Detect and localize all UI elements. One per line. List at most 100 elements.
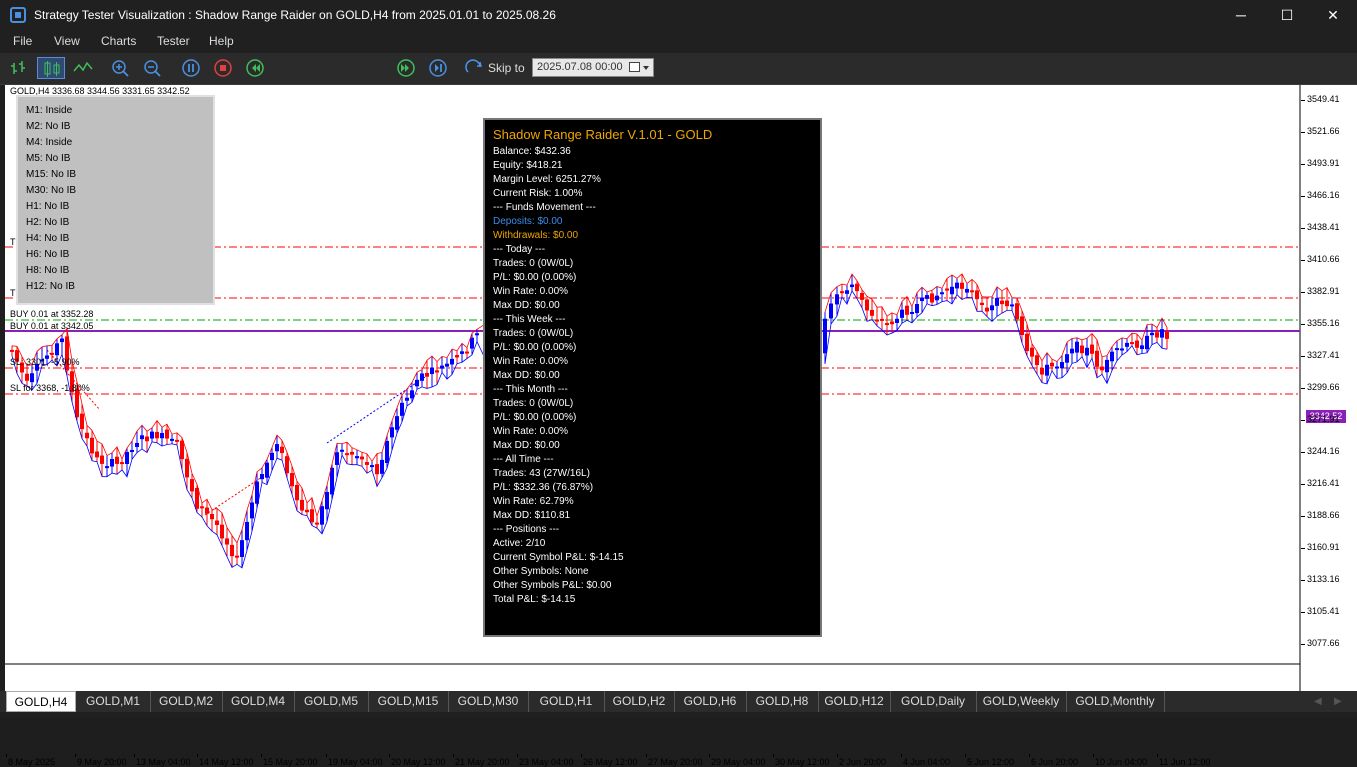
candle-body — [850, 284, 854, 288]
tab-gold-m30[interactable]: GOLD,M30 — [448, 691, 529, 712]
candle-body — [1070, 348, 1074, 354]
tab-scroll-right-icon[interactable]: ▶ — [1334, 696, 1342, 707]
time-axis-label: 20 May 12:00 — [391, 757, 446, 767]
tab-gold-h8[interactable]: GOLD,H8 — [746, 691, 819, 712]
candle-body — [250, 502, 254, 519]
candle-body — [385, 440, 389, 463]
candle-body — [30, 373, 34, 383]
candle-body — [1035, 355, 1039, 366]
calendar-icon[interactable] — [629, 62, 640, 72]
candle-body — [955, 282, 959, 289]
menu-tester[interactable]: Tester — [157, 34, 190, 48]
time-axis-tick — [261, 754, 262, 757]
candle-body — [400, 402, 404, 416]
candle-body — [235, 555, 239, 558]
window-title: Strategy Tester Visualization : Shadow R… — [34, 8, 556, 22]
minimize-button[interactable]: ─ — [1218, 0, 1264, 31]
time-axis-label: 6 Jun 20:00 — [1031, 757, 1079, 767]
step-forward-icon[interactable] — [395, 57, 419, 79]
ea-info-line: P/L: $332.36 (76.87%) — [493, 482, 594, 493]
candle-body — [180, 440, 184, 460]
timeframe-status-row: H4: No IB — [26, 233, 70, 244]
time-axis-tick — [453, 754, 454, 757]
ea-info-line: --- Funds Movement --- — [493, 202, 596, 213]
tab-gold-m5[interactable]: GOLD,M5 — [294, 691, 369, 712]
time-axis-tick — [709, 754, 710, 757]
price-axis-tick — [1301, 100, 1305, 101]
candle-body — [1080, 345, 1084, 354]
zoom-in-icon[interactable] — [109, 57, 133, 79]
tab-gold-weekly[interactable]: GOLD,Weekly — [976, 691, 1067, 712]
candle-body — [880, 318, 884, 321]
candlestick-icon[interactable] — [37, 57, 65, 79]
pause-icon[interactable] — [180, 57, 204, 79]
tab-gold-h4[interactable]: GOLD,H4 — [6, 691, 76, 712]
price-axis-label: 3466.16 — [1307, 190, 1340, 200]
skip-to-icon[interactable] — [463, 57, 487, 79]
candle-body — [450, 358, 454, 365]
skip-to-date-value: 2025.07.08 00:00 — [537, 61, 623, 73]
trade-history-line — [326, 376, 426, 444]
price-axis-tick — [1301, 196, 1305, 197]
tab-gold-m2[interactable]: GOLD,M2 — [150, 691, 223, 712]
candle-body — [840, 291, 844, 294]
menu-help[interactable]: Help — [209, 34, 234, 48]
candle-body — [835, 294, 839, 305]
ea-info-line: Equity: $418.21 — [493, 160, 563, 171]
line-chart-icon[interactable] — [71, 57, 95, 79]
candle-body — [980, 302, 984, 306]
candle-body — [115, 456, 119, 464]
tab-gold-monthly[interactable]: GOLD,Monthly — [1066, 691, 1165, 712]
candle-body — [370, 465, 374, 468]
time-axis-label: 21 May 20:00 — [455, 757, 510, 767]
tab-gold-h2[interactable]: GOLD,H2 — [604, 691, 675, 712]
stop-icon[interactable] — [212, 57, 236, 79]
candle-body — [465, 351, 469, 354]
time-axis-tick — [646, 754, 647, 757]
candle-body — [1125, 342, 1129, 347]
candle-body — [460, 351, 464, 354]
tab-scroll-left-icon[interactable]: ◀ — [1314, 696, 1322, 707]
time-axis-label: 27 May 20:00 — [648, 757, 703, 767]
candle-body — [1030, 347, 1034, 357]
tab-gold-h12[interactable]: GOLD,H12 — [818, 691, 891, 712]
time-axis-tick — [581, 754, 582, 757]
candle-body — [315, 522, 319, 525]
price-axis-label: 3133.16 — [1307, 574, 1340, 584]
zoom-out-icon[interactable] — [141, 57, 165, 79]
ea-info-line: Current Symbol P&L: $-14.15 — [493, 552, 624, 563]
candle-body — [25, 373, 29, 381]
step-back-icon[interactable] — [244, 57, 268, 79]
toolbar — [0, 53, 1357, 127]
menu-file[interactable]: File — [13, 34, 32, 48]
candle-body — [875, 319, 879, 322]
tab-gold-m15[interactable]: GOLD,M15 — [368, 691, 449, 712]
candle-body — [270, 452, 274, 461]
candle-body — [325, 491, 329, 510]
candle-body — [925, 295, 929, 299]
time-axis-tick — [965, 754, 966, 757]
skip-forward-icon[interactable] — [427, 57, 451, 79]
tab-gold-h6[interactable]: GOLD,H6 — [674, 691, 747, 712]
menu-charts[interactable]: Charts — [101, 34, 136, 48]
tab-gold-daily[interactable]: GOLD,Daily — [890, 691, 977, 712]
timeframe-status-row: H1: No IB — [26, 201, 70, 212]
candle-body — [360, 456, 364, 460]
bar-chart-icon[interactable] — [8, 57, 32, 79]
candle-body — [845, 290, 849, 294]
maximize-button[interactable]: ☐ — [1264, 0, 1310, 31]
price-axis-label: 3244.16 — [1307, 446, 1340, 456]
menu-view[interactable]: View — [54, 34, 80, 48]
candle-body — [1115, 348, 1119, 351]
candle-body — [405, 397, 409, 401]
tab-gold-m1[interactable]: GOLD,M1 — [76, 691, 151, 712]
candle-body — [210, 513, 214, 520]
candle-body — [350, 451, 354, 455]
close-button[interactable]: ✕ — [1310, 0, 1356, 31]
candle-body — [130, 449, 134, 452]
chevron-down-icon[interactable] — [643, 66, 649, 70]
tab-gold-m4[interactable]: GOLD,M4 — [222, 691, 295, 712]
tab-gold-h1[interactable]: GOLD,H1 — [528, 691, 605, 712]
candle-body — [300, 499, 304, 511]
ea-info-line: --- All Time --- — [493, 454, 554, 465]
